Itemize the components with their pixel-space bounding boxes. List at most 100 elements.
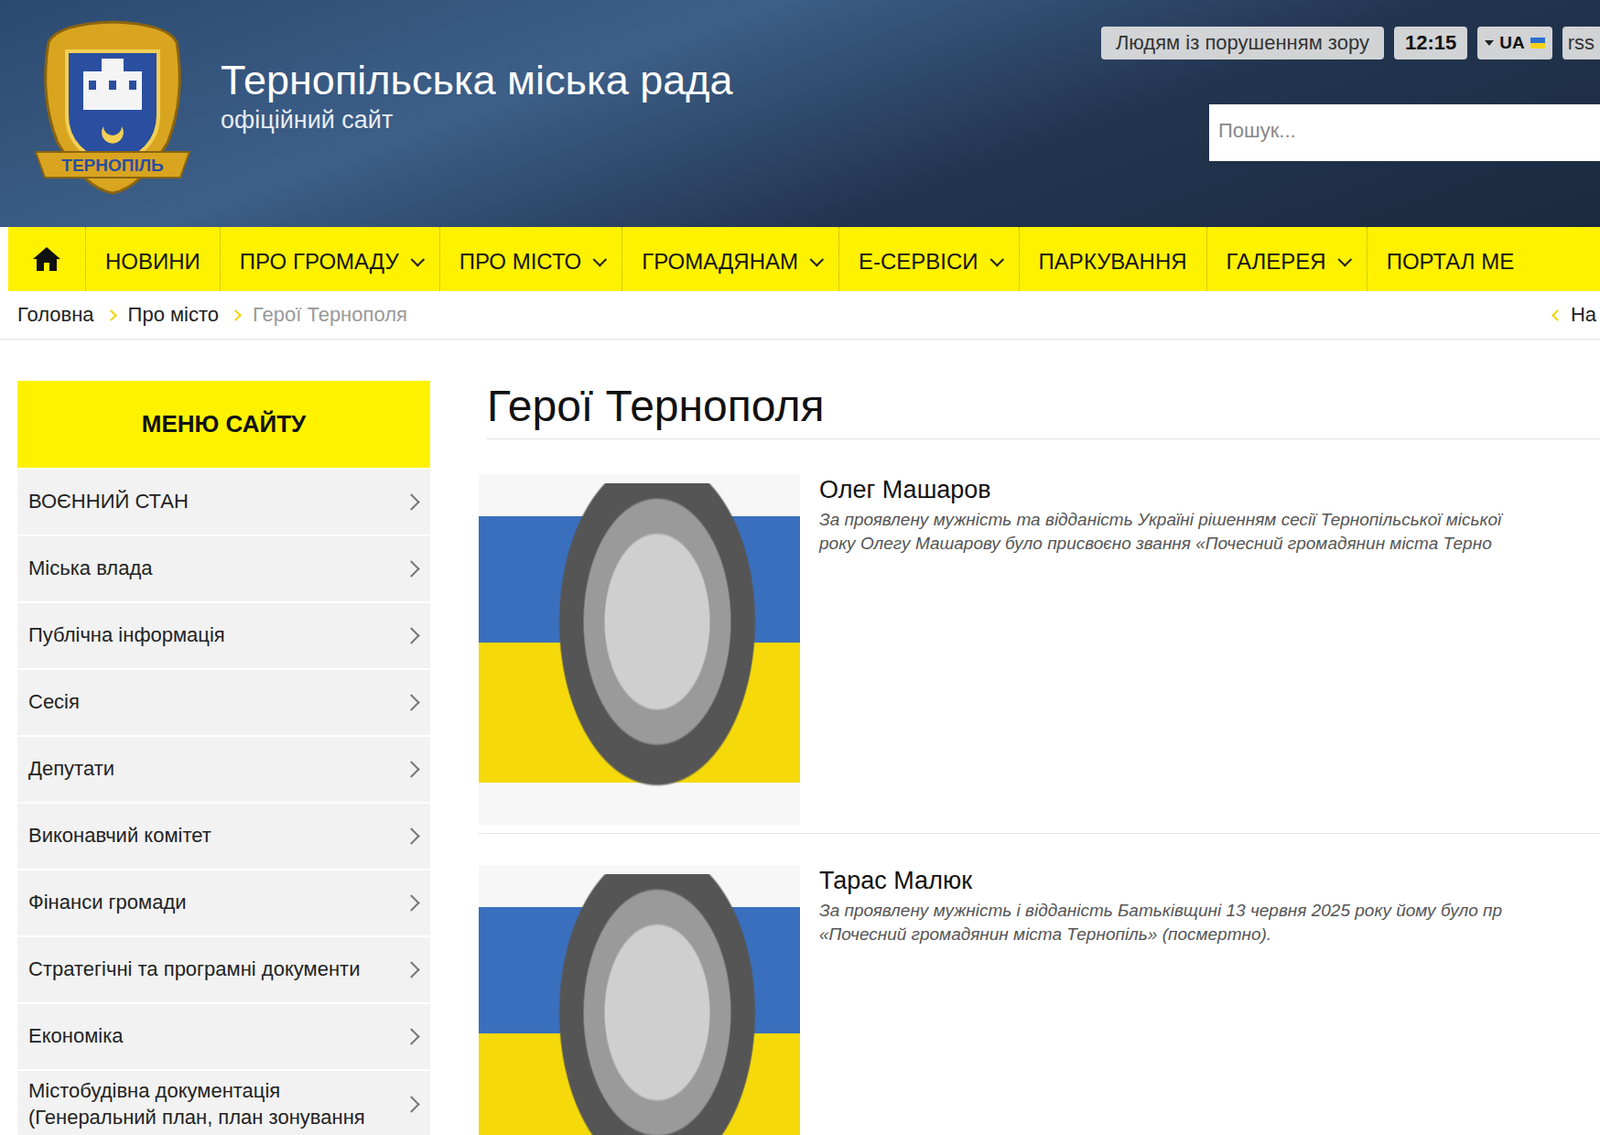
sidebar-item[interactable]: Фінанси громади xyxy=(17,868,431,936)
hero-name[interactable]: Олег Машаров xyxy=(819,475,1600,505)
main-nav: НОВИНИ ПРО ГРОМАДУ ПРО МІСТО ГРОМАДЯНАМ Е-СЕ… xyxy=(8,227,1600,292)
chevron-right-icon xyxy=(402,760,420,778)
hero-card[interactable]: Тарас МалюкЗа проявлену мужність і відда… xyxy=(478,864,1600,1135)
header-tools: Людям із порушенням зору 12:15 UA rss Пошук.… xyxy=(1101,0,1600,162)
chevron-down-icon xyxy=(989,251,1005,267)
back-link[interactable]: На xyxy=(1553,302,1600,327)
clock: 12:15 xyxy=(1394,26,1468,60)
hero-description: За проявлену мужність і відданість Батьк… xyxy=(819,898,1600,923)
hero-description: року Олегу Машарову було присвоєно званн… xyxy=(819,531,1600,556)
chevron-right-icon xyxy=(402,827,420,844)
sidebar-label: Економіка xyxy=(28,1016,399,1058)
nav-label: ПОРТАЛ МЕ xyxy=(1386,248,1515,275)
site-header: ТЕРНОПІЛЬ Тернопільська міська радаофіцій… xyxy=(0,0,1600,228)
sidebar-item[interactable]: ВОЄННИЙ СТАН xyxy=(17,467,431,535)
chevron-right-icon xyxy=(402,493,420,510)
sidebar-label: Виконавчий комітет xyxy=(28,815,399,857)
ukraine-flag-icon xyxy=(1530,37,1546,49)
sidebar-label: Публічна інформація xyxy=(28,615,399,657)
nav-label: ПРО ГРОМАДУ xyxy=(239,248,400,275)
rss-link[interactable]: rss xyxy=(1562,26,1600,60)
home-icon xyxy=(31,245,63,273)
site-title[interactable]: Тернопільська міська радаофіційний сайт xyxy=(220,56,734,135)
nav-label: НОВИНИ xyxy=(105,248,201,275)
title: Тернопільська міська рада xyxy=(220,56,734,105)
language-select[interactable]: UA xyxy=(1477,26,1552,60)
hero-description: «Почесний громадянин міста Тернопіль» (п… xyxy=(819,922,1600,947)
dropdown-icon xyxy=(1484,40,1494,46)
logo-ribbon-text: ТЕРНОПІЛЬ xyxy=(61,155,163,175)
sidebar-label: Містобудівна документація (Генеральний п… xyxy=(28,1070,399,1135)
chevron-down-icon xyxy=(410,251,425,267)
nav-label: ГАЛЕРЕЯ xyxy=(1226,248,1327,275)
page-heading: Герої Тернополя xyxy=(486,380,1600,440)
sidebar-label: Стратегічні та програмні документи xyxy=(28,949,399,991)
hero-text: Тарас МалюкЗа проявлену мужність і відда… xyxy=(819,864,1600,1135)
chevron-right-icon xyxy=(402,560,420,577)
chevron-down-icon xyxy=(810,251,825,267)
sidebar-item[interactable]: Містобудівна документація (Генеральний п… xyxy=(17,1069,431,1135)
breadcrumb: Головна Про місто Герої Тернополя На xyxy=(0,291,1600,340)
accessibility-button[interactable]: Людям із порушенням зору xyxy=(1101,26,1384,60)
hero-description: За проявлену мужність та відданість Укра… xyxy=(819,508,1600,532)
portrait xyxy=(542,483,772,813)
nav-item[interactable]: ГРОМАДЯНАМ xyxy=(622,227,840,292)
portrait xyxy=(542,874,772,1135)
breadcrumb-item: Герої Тернополя xyxy=(252,302,408,327)
nav-item[interactable]: ПАРКУВАННЯ xyxy=(1019,227,1208,292)
nav-item[interactable]: ПРО МІСТО xyxy=(440,227,624,292)
chevron-right-icon xyxy=(229,309,242,322)
hero-card[interactable]: Олег Машаров За проявлену мужність та від… xyxy=(478,474,1600,834)
coat-of-arms-icon[interactable]: ТЕРНОПІЛЬ xyxy=(30,9,195,204)
chevron-left-icon xyxy=(1551,309,1564,322)
chevron-right-icon xyxy=(105,309,118,322)
nav-item[interactable]: ГАЛЕРЕЯ xyxy=(1207,227,1368,292)
hero-photo xyxy=(478,864,800,1135)
chevron-right-icon xyxy=(402,1027,420,1045)
page: ТЕРНОПІЛЬ Тернопільська міська радаофіцій… xyxy=(0,0,1600,1135)
sidebar: МЕНЮ САЙТУ ВОЄННИЙ СТАН Міська влада Публіч… xyxy=(17,380,431,1135)
language-label: UA xyxy=(1499,32,1525,54)
sidebar-item[interactable]: Виконавчий комітет xyxy=(17,801,431,869)
nav-label: ПАРКУВАННЯ xyxy=(1038,248,1188,275)
sidebar-item[interactable]: Публічна інформація xyxy=(17,601,431,669)
hero-photo xyxy=(478,474,800,825)
sidebar-label: ВОЄННИЙ СТАН xyxy=(28,481,399,523)
hero-text: Олег Машаров За проявлену мужність та від… xyxy=(819,474,1600,825)
nav-item[interactable]: ПРО ГРОМАДУ xyxy=(220,227,441,292)
sidebar-item[interactable]: Сесія xyxy=(17,668,431,736)
nav-label: Е-СЕРВІСИ xyxy=(858,248,979,275)
sidebar-item[interactable]: Стратегічні та програмні документи xyxy=(17,935,431,1003)
breadcrumb-list: Головна Про місто Герої Тернополя xyxy=(17,302,408,327)
nav-item[interactable]: Е-СЕРВІСИ xyxy=(839,227,1020,292)
subtitle: офіційний сайт xyxy=(220,106,734,135)
hero-name[interactable]: Тарас Малюк xyxy=(819,866,1600,896)
sidebar-label: Депутати xyxy=(28,748,399,790)
chevron-right-icon xyxy=(402,1095,420,1113)
content: МЕНЮ САЙТУ ВОЄННИЙ СТАН Міська влада Публіч… xyxy=(0,339,1600,1135)
sidebar-item[interactable]: Депутати xyxy=(17,735,431,802)
sidebar-label: Фінанси громади xyxy=(28,882,399,924)
home-button[interactable] xyxy=(8,227,87,292)
sidebar-title: МЕНЮ САЙТУ xyxy=(17,380,431,468)
chevron-down-icon xyxy=(593,251,608,267)
chevron-right-icon xyxy=(402,627,420,644)
nav-label: ПРО МІСТО xyxy=(459,248,583,275)
chevron-down-icon xyxy=(1337,251,1352,267)
sidebar-label: Сесія xyxy=(28,681,399,724)
breadcrumb-item[interactable]: Головна xyxy=(17,302,95,327)
breadcrumb-item[interactable]: Про місто xyxy=(128,302,219,327)
chevron-right-icon xyxy=(402,894,420,911)
nav-item[interactable]: ПОРТАЛ МЕ xyxy=(1367,227,1535,292)
main: Герої Тернополя Олег Машаров За проявлену … xyxy=(478,380,1600,1135)
nav-label: ГРОМАДЯНАМ xyxy=(641,248,799,275)
chevron-right-icon xyxy=(402,693,420,711)
sidebar-item[interactable]: Міська влада xyxy=(17,534,431,602)
chevron-right-icon xyxy=(402,961,420,978)
nav-item[interactable]: НОВИНИ xyxy=(86,227,221,292)
tools-row: Людям із порушенням зору 12:15 UA rss xyxy=(1101,26,1600,60)
back-label: На xyxy=(1570,302,1597,327)
sidebar-item[interactable]: Економіка xyxy=(17,1002,431,1070)
search-input[interactable]: Пошук... xyxy=(1209,104,1600,162)
sidebar-label: Міська влада xyxy=(28,548,399,590)
